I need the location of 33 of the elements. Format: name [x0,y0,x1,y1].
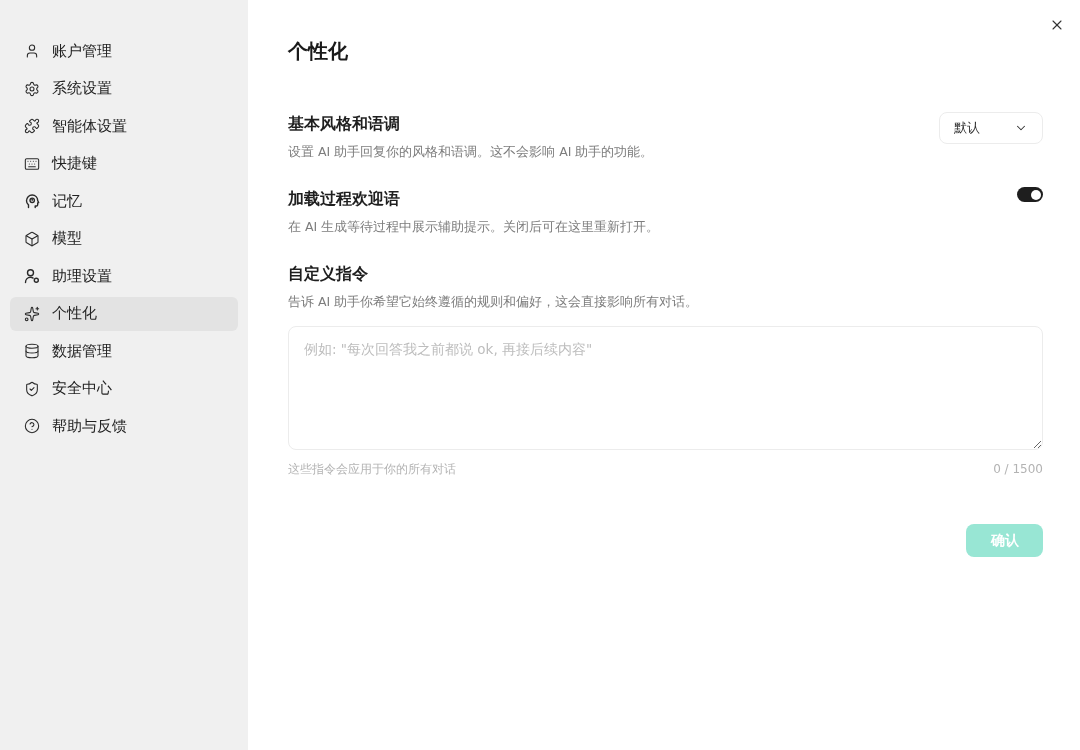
sidebar-item[interactable]: 助理设置 [10,259,238,293]
user-icon [24,43,40,59]
sidebar-item[interactable]: 帮助与反馈 [10,409,238,443]
setting-title: 加载过程欢迎语 [288,188,401,210]
sidebar-item[interactable]: 系统设置 [10,71,238,106]
sidebar-item[interactable]: 快捷键 [10,146,238,181]
help-icon [24,418,40,434]
settings-icon [24,80,40,97]
sidebar-item[interactable]: 数据管理 [10,334,238,368]
setting-title: 自定义指令 [288,263,369,285]
head-icon [24,193,40,209]
setting-description: 在 AI 生成等待过程中展示辅助提示。关闭后可在这里重新打开。 [288,218,660,236]
sidebar-item[interactable]: 模型 [10,221,238,256]
toggle-switch[interactable] [1017,187,1043,202]
instructions-hint: 这些指令会应用于你的所有对话 [288,461,456,478]
shield-check-icon [24,380,40,397]
sidebar-item[interactable]: 记忆 [10,184,238,218]
database-icon [24,343,40,359]
sidebar-item[interactable]: 智能体设置 [10,109,238,143]
cube-icon [24,230,40,247]
character-counter: 0 / 1500 [993,461,1043,478]
setting-title: 基本风格和语调 [288,113,401,135]
sidebar-item[interactable]: 安全中心 [10,371,238,406]
sidebar-item[interactable]: 账户管理 [10,34,238,68]
page-title: 个性化 [288,38,349,64]
sparkles-icon [24,305,40,322]
style-select[interactable]: 默认 [939,112,1043,144]
puzzle-icon [24,118,40,134]
person-icon [24,268,40,284]
setting-description: 告诉 AI 助手你希望它始终遵循的规则和偏好，这会直接影响所有对话。 [288,293,699,311]
setting-description: 设置 AI 助手回复你的风格和语调。这不会影响 AI 助手的功能。 [288,143,654,161]
keyboard-icon [24,155,40,172]
sidebar-item[interactable]: 个性化 [10,296,238,331]
